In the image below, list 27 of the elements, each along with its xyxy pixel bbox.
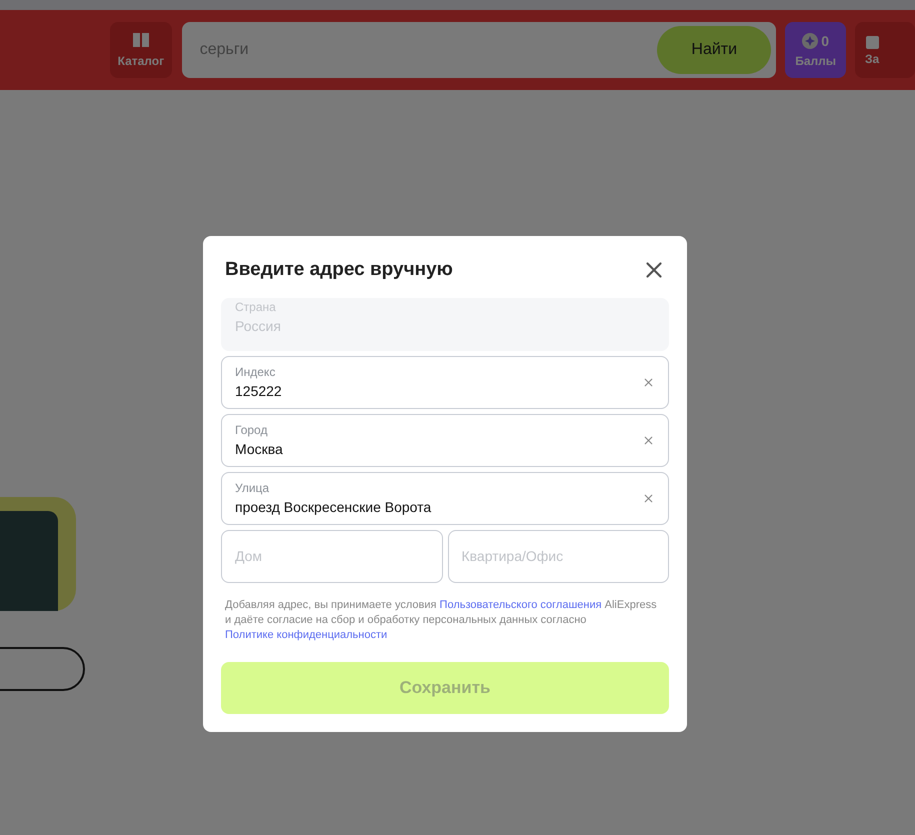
privacy-link[interactable]: Политике конфиденциальности — [225, 628, 388, 640]
field-value: 125222 — [235, 382, 283, 400]
clear-icon[interactable] — [642, 434, 655, 446]
address-field[interactable]: Индекс 125222 — [221, 356, 669, 408]
field-label: Город — [235, 422, 268, 438]
address-field[interactable]: Квартира/Офис — [448, 530, 669, 582]
clear-icon[interactable] — [642, 376, 655, 388]
agreement-link[interactable]: Пользовательского соглашения — [440, 598, 602, 610]
points-label: Баллы — [795, 52, 836, 70]
field-label: Индекс — [235, 364, 276, 380]
points-button[interactable]: 0 Баллы — [785, 22, 846, 78]
field-value: Москва — [235, 440, 284, 458]
address-field[interactable]: Город Москва — [221, 414, 669, 466]
field-value: проезд Воскресенские Ворота — [235, 498, 432, 517]
points-count: 0 — [821, 32, 830, 50]
address-field[interactable]: Улица проезд Воскресенские Ворота — [221, 472, 669, 524]
search-field[interactable]: серьги Найти — [182, 22, 776, 78]
coin-icon — [802, 33, 818, 49]
catalog-button[interactable]: Каталог — [110, 22, 172, 78]
search-button[interactable]: Найти — [657, 26, 772, 74]
consent-text: Добавляя адрес, вы принимаете условия Пользовательского соглашения AliExpress и даёте согласие на сбор и обработку персональных данных согласно Политике конфиденциальности — [224, 598, 658, 642]
address-field[interactable]: Дом — [221, 530, 442, 582]
field-label: Улица — [235, 480, 270, 496]
dialog-title: Введите адрес вручную — [225, 258, 453, 282]
search-input[interactable]: серьги — [200, 38, 658, 62]
clear-icon[interactable] — [642, 492, 655, 504]
header-button[interactable]: За — [855, 22, 915, 78]
